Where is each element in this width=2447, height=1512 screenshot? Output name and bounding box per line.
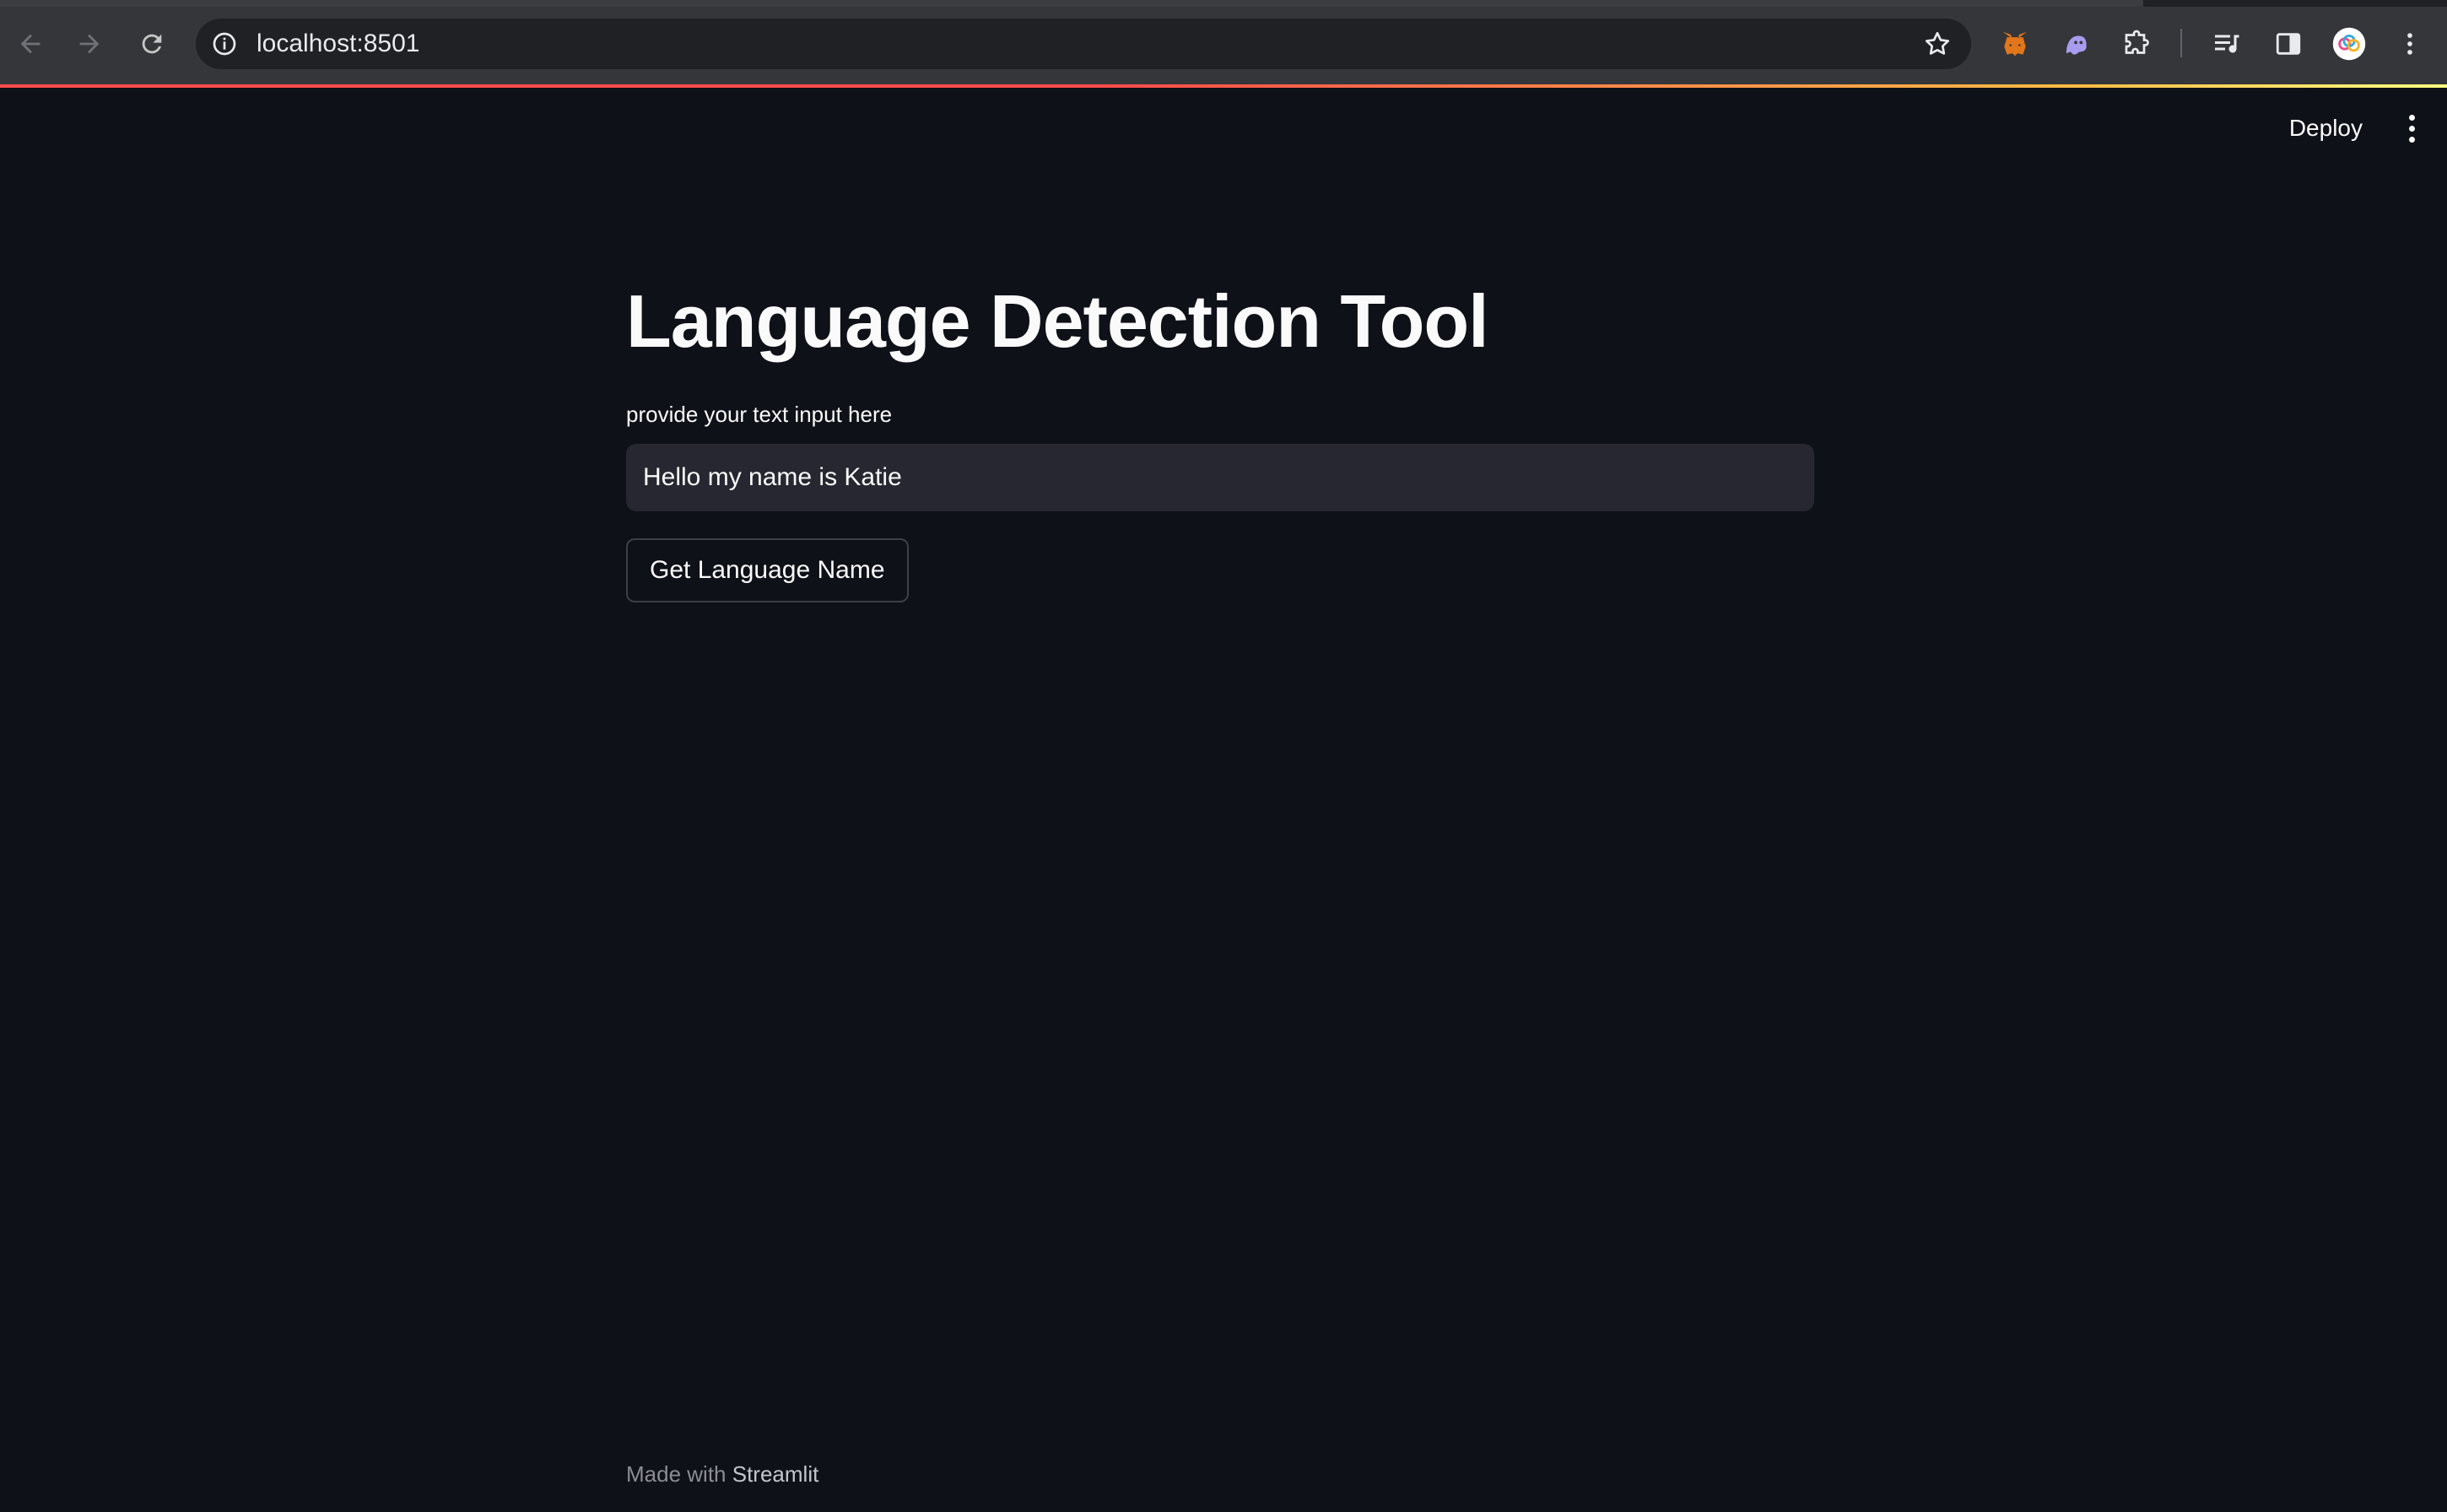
browser-menu-button[interactable] bbox=[2391, 25, 2428, 62]
browser-toolbar: localhost:8501 bbox=[0, 0, 2447, 86]
address-bar[interactable]: localhost:8501 bbox=[196, 19, 1971, 69]
info-icon[interactable] bbox=[211, 30, 238, 57]
menu-dot bbox=[2408, 125, 2415, 132]
ghost-extension-icon bbox=[2066, 35, 2087, 55]
back-button[interactable] bbox=[12, 25, 49, 62]
app-menu-button[interactable] bbox=[2395, 110, 2428, 147]
toolbar-divider bbox=[2180, 29, 2182, 57]
forward-arrow-icon bbox=[79, 34, 100, 54]
tab-strip bbox=[0, 0, 2447, 7]
puzzle-extensions-icon bbox=[2125, 30, 2149, 54]
extensions-button[interactable] bbox=[2118, 25, 2155, 62]
reload-icon bbox=[142, 34, 162, 54]
streamlit-link[interactable]: Streamlit bbox=[732, 1461, 819, 1487]
profile-button[interactable] bbox=[2331, 25, 2368, 62]
kebab-menu-icon bbox=[2407, 33, 2412, 55]
back-arrow-icon bbox=[20, 34, 41, 54]
footer: Made with Streamlit bbox=[626, 1461, 818, 1488]
menu-dot bbox=[2408, 114, 2415, 121]
deploy-button[interactable]: Deploy bbox=[2281, 110, 2371, 147]
media-queue-icon bbox=[2215, 35, 2239, 53]
app-view: Deploy Language Detection Tool provide y… bbox=[0, 88, 2447, 1512]
side-panel-icon bbox=[2276, 33, 2301, 55]
profile-avatar-icon bbox=[2332, 27, 2366, 61]
media-control-button[interactable] bbox=[2209, 25, 2246, 62]
active-tab-edge[interactable] bbox=[0, 0, 2143, 7]
ghost-extension[interactable] bbox=[2057, 25, 2094, 62]
reload-button[interactable] bbox=[133, 25, 170, 62]
metamask-extension[interactable] bbox=[1996, 25, 2034, 62]
side-panel-button[interactable] bbox=[2270, 25, 2307, 62]
star-icon[interactable] bbox=[1922, 29, 1953, 59]
text-input-field[interactable] bbox=[626, 444, 1814, 511]
url-text[interactable]: localhost:8501 bbox=[257, 30, 419, 58]
metamask-fox-icon bbox=[2002, 31, 2028, 57]
footer-prefix: Made with bbox=[626, 1461, 727, 1487]
forward-button[interactable] bbox=[71, 25, 108, 62]
text-input-label: provide your text input here bbox=[626, 402, 893, 427]
menu-dot bbox=[2408, 136, 2415, 143]
page-title: Language Detection Tool bbox=[626, 279, 1489, 363]
get-language-button[interactable]: Get Language Name bbox=[626, 538, 909, 602]
